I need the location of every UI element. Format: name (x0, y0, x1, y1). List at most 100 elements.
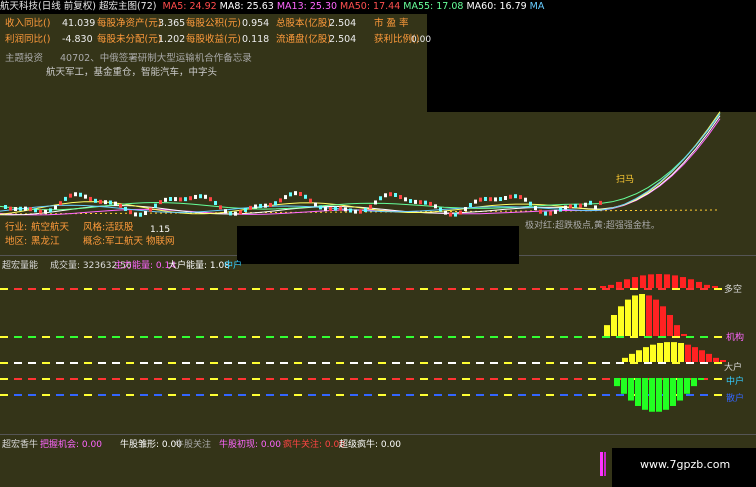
indicator-dash (154, 288, 162, 290)
candle (584, 202, 587, 207)
indicator-dash (518, 336, 526, 338)
right-label-mid-holder: 中户 (726, 377, 745, 387)
candle (424, 200, 427, 205)
indicator-dash (224, 362, 232, 364)
indicator-bar (680, 277, 686, 288)
candle (529, 201, 532, 206)
indicator-dash (546, 378, 554, 380)
indicator-dash (434, 394, 442, 396)
indicator-bar (628, 378, 634, 401)
ma-label-1: MA8: 25.63 (219, 1, 274, 12)
indicator-dash (280, 394, 288, 396)
grab-chance: 把握机会: 0.00 (40, 440, 102, 450)
indicator-bar (657, 342, 663, 362)
indicator-dash (378, 362, 386, 364)
info-shares-label: 总股本(亿股) (276, 18, 331, 29)
indicator-bar (614, 378, 620, 387)
indicator-dash (490, 336, 498, 338)
indicator-dash (392, 362, 400, 364)
indicator-dash (0, 288, 8, 290)
candle (354, 209, 357, 214)
indicator-dash (196, 394, 204, 396)
indicator-dash (504, 394, 512, 396)
indicator-dash (224, 288, 232, 290)
indicator-dash (252, 394, 260, 396)
candle (454, 212, 457, 217)
indicator-dash (14, 362, 22, 364)
indicator-bar (681, 334, 687, 336)
indicator-dash (126, 336, 134, 338)
indicator-dash (210, 288, 218, 290)
indicator-dash (56, 394, 64, 396)
indicator-dash (126, 288, 134, 290)
indicator-dash (70, 378, 78, 380)
indicator-bar (667, 315, 673, 336)
indicator-dash (406, 394, 414, 396)
candle (144, 211, 147, 216)
indicator-dash (476, 288, 484, 290)
indicator-bar (704, 284, 710, 288)
indicator-dash (154, 362, 162, 364)
indicator-dash (98, 394, 106, 396)
indicator-dash (504, 362, 512, 364)
indicator-dash (294, 394, 302, 396)
indicator-dash (560, 362, 568, 364)
indicator-bar (691, 378, 697, 387)
indicator-dash (112, 378, 120, 380)
candle (104, 200, 107, 205)
candle (349, 208, 352, 213)
indicator-dash (560, 394, 568, 396)
indicator-bar (653, 299, 659, 336)
indicator-dash (14, 288, 22, 290)
indicator-dash (574, 362, 582, 364)
indicator-bar (688, 279, 694, 288)
indicator-bar (664, 342, 670, 362)
candle (519, 195, 522, 200)
gold-annotation: 扫马 (616, 173, 634, 185)
indicator-dash (112, 336, 120, 338)
indicator-dash (238, 336, 246, 338)
candle (284, 195, 287, 200)
indicator-bar (604, 325, 610, 336)
candle (79, 192, 82, 197)
candle (524, 197, 527, 202)
candle (94, 198, 97, 203)
indicator-bar (674, 325, 680, 336)
candle (154, 203, 157, 208)
indicator-dash (210, 362, 218, 364)
candle (559, 207, 562, 212)
indicator-dash (686, 288, 694, 290)
style-value: 活跃股 (105, 222, 134, 233)
indicator-dash (546, 394, 554, 396)
candle (19, 206, 22, 211)
candle (134, 212, 137, 217)
indicator-bar (671, 342, 677, 362)
indicator-bar (713, 357, 719, 362)
indicator-dash (532, 394, 540, 396)
indicator-dash (406, 336, 414, 338)
candle (544, 211, 547, 216)
indicator-bar (600, 286, 606, 288)
indicator-bar (642, 378, 648, 410)
info-pe-label: 市 盈 率 (374, 18, 409, 29)
candle (299, 192, 302, 197)
candle (539, 209, 542, 214)
indicator-dash (196, 288, 204, 290)
indicator-bar (632, 295, 638, 336)
indicator-dash (658, 336, 666, 338)
indicator-dash (616, 336, 624, 338)
concept-label: 概念: (83, 236, 106, 247)
crazy-bull-watch: 疯牛关注: 0.00 (283, 440, 345, 450)
candle (229, 211, 232, 216)
indicator-dash (434, 288, 442, 290)
indicator-dash (378, 288, 386, 290)
candle (124, 206, 127, 211)
indicator-dash (364, 378, 372, 380)
candle (589, 200, 592, 205)
indicator-bar (643, 347, 649, 362)
indicator-bar (622, 357, 628, 362)
indicator-bar (639, 294, 645, 336)
indicator-dash (0, 336, 8, 338)
low-annotation: 1.15 (150, 225, 170, 235)
indicator-dash (336, 288, 344, 290)
